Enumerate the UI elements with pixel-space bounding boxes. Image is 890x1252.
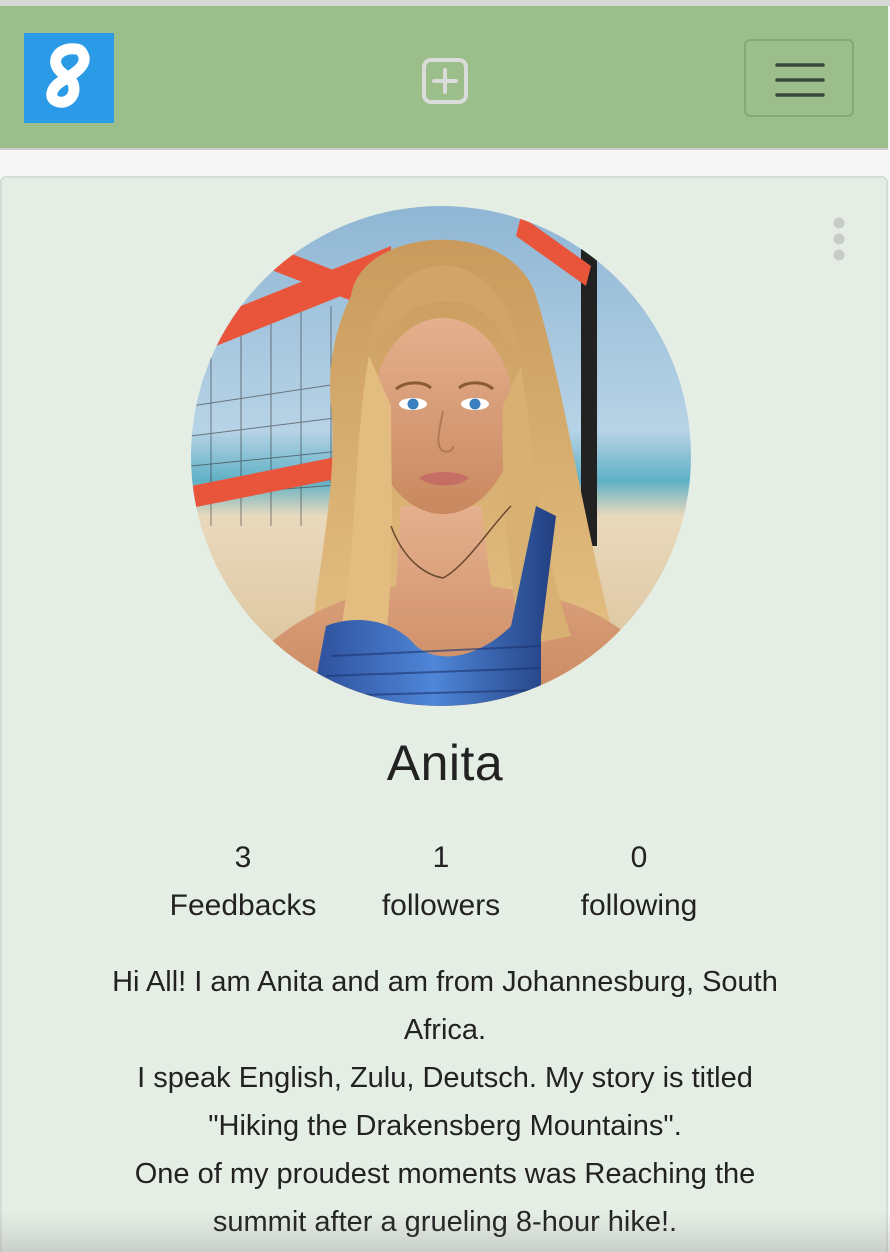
bio-line: "Hiking the Drakensberg Mountains". xyxy=(208,1110,682,1142)
profile-card: Anita 3 Feedbacks 1 followers 0 followin… xyxy=(0,176,888,1252)
kebab-vertical-icon xyxy=(833,217,845,261)
bio-line: Hi All! I am Anita and am from Johannesb… xyxy=(112,966,778,998)
stat-following-count: 0 xyxy=(630,841,648,874)
bio-line: Africa. xyxy=(403,1014,487,1046)
app-logo[interactable] xyxy=(24,33,114,123)
bio-line: I speak English, Zulu, Deutsch. My story… xyxy=(137,1062,753,1094)
profile-bio: Hi All! I am Anita and am from Johannesb… xyxy=(42,958,848,1246)
profile-name: Anita xyxy=(386,735,504,791)
stat-following[interactable]: 0 following xyxy=(539,834,739,930)
add-post-button[interactable] xyxy=(421,57,469,105)
avatar-photo xyxy=(191,206,691,706)
stat-followers-label: followers xyxy=(381,889,501,922)
bio-line: One of my proudest moments was Reaching … xyxy=(134,1158,756,1190)
stat-feedbacks-label: Feedbacks xyxy=(169,889,317,922)
bio-line: summit after a grueling 8-hour hike!. xyxy=(212,1206,678,1238)
profile-avatar xyxy=(191,206,691,706)
hamburger-icon xyxy=(775,63,825,97)
profile-options-button[interactable] xyxy=(824,214,854,264)
stat-feedbacks-count: 3 xyxy=(234,841,252,874)
logo-icon xyxy=(24,33,114,123)
navbar xyxy=(0,6,888,150)
stat-following-label: following xyxy=(580,889,698,922)
stat-feedbacks[interactable]: 3 Feedbacks xyxy=(143,834,343,930)
stat-followers-count: 1 xyxy=(432,841,450,874)
profile-page: Anita 3 Feedbacks 1 followers 0 followin… xyxy=(0,0,890,1252)
stat-followers[interactable]: 1 followers xyxy=(341,834,541,930)
navbar-toggle-button[interactable] xyxy=(744,39,854,117)
plus-square-icon xyxy=(422,58,468,104)
